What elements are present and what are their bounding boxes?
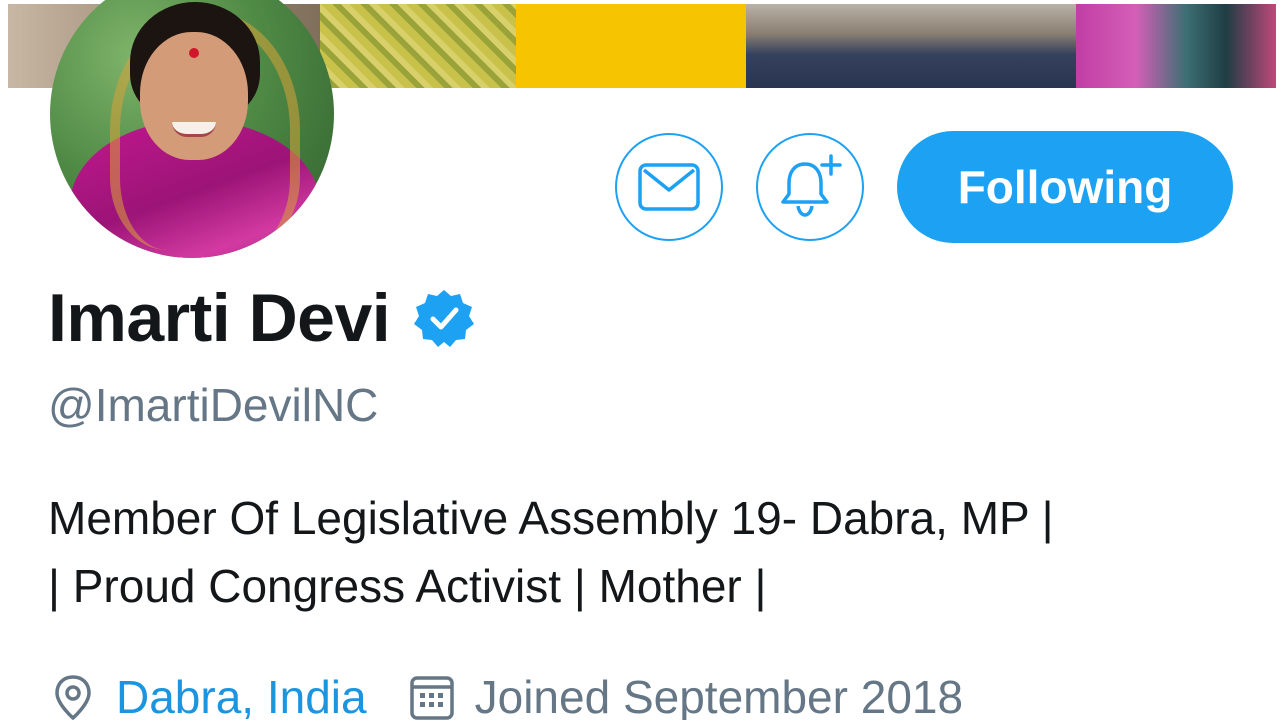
location-link[interactable]: Dabra, India [116,670,367,720]
banner-edge [0,0,8,88]
profile-handle: @ImartiDevilNC [48,379,379,431]
envelope-icon [638,163,700,211]
profile-page: Following Imarti Devi @ImartiDevilNC Mem… [0,0,1280,720]
following-button[interactable]: Following [897,131,1233,243]
display-name: Imarti Devi [48,280,391,356]
banner-photo-segment [1076,4,1276,88]
location-pin-icon [55,675,91,720]
joined-date: Joined September 2018 [474,671,964,720]
avatar-photo-detail [189,48,199,58]
banner-photo-segment [320,4,516,88]
bio-line: | Proud Congress Activist | Mother | [48,560,767,612]
banner-photo-segment [746,4,1076,88]
profile-meta: Dabra, India Joined September 2018 [48,662,963,720]
profile-bio: Member Of Legislative Assembly 19- Dabra… [48,484,1248,620]
banner-photo-segment [516,4,746,88]
verified-badge-icon [414,290,475,347]
bio-line: Member Of Legislative Assembly 19- Dabra… [48,492,1054,544]
avatar[interactable] [44,0,340,262]
avatar-photo [50,0,334,258]
banner-edge [1276,0,1280,88]
bell-plus-icon [781,154,842,217]
notifications-button[interactable] [756,133,864,241]
message-button[interactable] [615,133,723,241]
calendar-icon [409,676,454,720]
name-row: Imarti Devi [48,278,475,358]
